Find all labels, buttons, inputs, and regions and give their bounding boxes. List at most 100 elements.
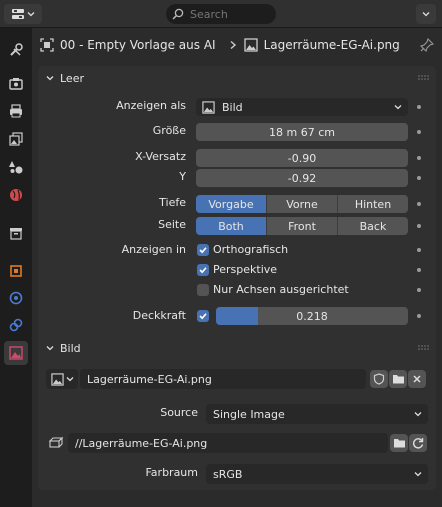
depth-option-front[interactable]: Vorne: [266, 195, 337, 213]
tab-data-image[interactable]: [4, 341, 28, 365]
checkmark-icon: [199, 247, 207, 254]
fake-user-button[interactable]: [370, 370, 388, 388]
size-label: Größe: [152, 124, 186, 137]
header-bar: [0, 0, 442, 28]
chevron-down-icon: [46, 346, 54, 351]
colorspace-dropdown[interactable]: sRGB: [206, 464, 428, 484]
panel-image-title: Bild: [60, 341, 81, 355]
offset-y-field[interactable]: -0.92: [196, 169, 408, 187]
search-field[interactable]: [166, 4, 276, 24]
tab-physics[interactable]: [4, 286, 28, 310]
keyframe-dot[interactable]: [417, 130, 421, 134]
opacity-slider[interactable]: 0.218: [216, 307, 408, 325]
checkmark-icon: [199, 267, 207, 274]
checkmark-icon: [199, 313, 207, 320]
options-dropdown-button[interactable]: [416, 4, 436, 24]
side-selector: Both Front Back: [196, 217, 408, 235]
filepath-field[interactable]: //Lagerräume-EG-Ai.png: [68, 433, 388, 453]
filepath-icon-button: [46, 433, 66, 453]
depth-option-back[interactable]: Hinten: [337, 195, 408, 213]
properties-content: 00 - Empty Vorlage aus AI Lagerräume-EG-…: [32, 28, 442, 507]
colorspace-label: Farbraum: [145, 466, 198, 479]
tab-view-layer[interactable]: [4, 127, 28, 151]
drag-grip-icon[interactable]: [418, 75, 430, 81]
orthographic-checkbox[interactable]: [197, 244, 209, 256]
offset-x-value: -0.90: [287, 151, 317, 165]
keyframe-dot[interactable]: [417, 248, 421, 252]
display-as-value: Bild: [222, 100, 243, 114]
chevron-down-icon: [414, 472, 422, 477]
tab-tool[interactable]: [4, 38, 28, 62]
search-icon: [172, 8, 184, 20]
opacity-enable-checkbox[interactable]: [197, 310, 209, 322]
panel-image: Bild Lagerräume-EG-Ai.png Source Single …: [38, 336, 436, 490]
search-input[interactable]: [190, 7, 270, 21]
show-in-label: Anzeigen in: [121, 243, 186, 256]
keyframe-dot[interactable]: [417, 268, 421, 272]
chevron-down-icon: [46, 76, 54, 81]
offset-x-field[interactable]: -0.90: [196, 149, 408, 167]
tab-collection[interactable]: [4, 221, 28, 245]
file-drive-icon: [48, 437, 64, 448]
panel-empty-header[interactable]: Leer: [38, 66, 436, 90]
camera-back-icon: [9, 78, 23, 90]
side-option-front[interactable]: Front: [266, 217, 337, 235]
browse-file-button[interactable]: [390, 434, 408, 452]
chevron-down-icon: [66, 377, 73, 382]
empty-object-icon: [40, 38, 54, 52]
physics-orbit-icon: [9, 291, 23, 305]
keyframe-dot[interactable]: [417, 156, 421, 160]
orthographic-label: Orthografisch: [213, 243, 289, 256]
keyframe-dot[interactable]: [417, 314, 421, 318]
collection-box-icon: [10, 228, 22, 240]
tab-scene[interactable]: [4, 155, 28, 179]
source-label: Source: [160, 406, 198, 419]
constraint-link-icon: [9, 318, 23, 332]
world-globe-icon: [10, 189, 22, 201]
side-option-back[interactable]: Back: [337, 217, 408, 235]
image-name-field[interactable]: Lagerräume-EG-Ai.png: [80, 369, 366, 389]
panel-image-header[interactable]: Bild: [38, 336, 436, 360]
display-as-dropdown[interactable]: Bild: [196, 98, 408, 116]
size-field[interactable]: 18 m 67 cm: [196, 123, 408, 141]
size-value: 18 m 67 cm: [269, 125, 335, 139]
panel-empty-title: Leer: [60, 71, 84, 85]
keyframe-dot[interactable]: [417, 202, 421, 206]
axis-aligned-checkbox[interactable]: [197, 284, 209, 296]
colorspace-value: sRGB: [213, 467, 243, 481]
tab-object[interactable]: [4, 259, 28, 283]
image-browse-button[interactable]: [46, 369, 78, 389]
breadcrumb: 00 - Empty Vorlage aus AI Lagerräume-EG-…: [32, 28, 442, 62]
keyframe-dot[interactable]: [417, 224, 421, 228]
keyframe-dot[interactable]: [417, 176, 421, 180]
image-empty-icon: [202, 100, 215, 114]
side-option-both[interactable]: Both: [196, 217, 266, 235]
drag-grip-icon[interactable]: [418, 345, 430, 351]
offset-y-label: Y: [179, 170, 186, 183]
filepath-value: //Lagerräume-EG-Ai.png: [75, 436, 208, 450]
unlink-image-button[interactable]: [408, 370, 426, 388]
keyframe-dot[interactable]: [417, 105, 421, 109]
editor-type-icon: [12, 9, 24, 19]
folder-icon: [392, 375, 404, 384]
chevron-down-icon: [422, 12, 430, 17]
opacity-label: Deckkraft: [132, 309, 186, 322]
editor-type-button[interactable]: [4, 4, 42, 24]
tab-render[interactable]: [4, 71, 28, 95]
breadcrumb-data-name: Lagerräume-EG-Ai.png: [263, 38, 400, 52]
tab-output[interactable]: [4, 99, 28, 123]
tab-world[interactable]: [4, 183, 28, 207]
pin-icon[interactable]: [420, 38, 434, 52]
open-image-button[interactable]: [389, 370, 407, 388]
keyframe-dot[interactable]: [417, 288, 421, 292]
tab-constraints[interactable]: [4, 313, 28, 337]
image-empty-icon: [243, 38, 258, 52]
reload-image-button[interactable]: [409, 434, 427, 452]
source-dropdown[interactable]: Single Image: [206, 404, 428, 424]
chevron-down-icon: [394, 105, 402, 110]
depth-selector: Vorgabe Vorne Hinten: [196, 195, 408, 213]
folder-icon: [393, 439, 405, 448]
depth-option-default[interactable]: Vorgabe: [196, 195, 266, 213]
opacity-value: 0.218: [296, 309, 328, 323]
perspective-checkbox[interactable]: [197, 264, 209, 276]
